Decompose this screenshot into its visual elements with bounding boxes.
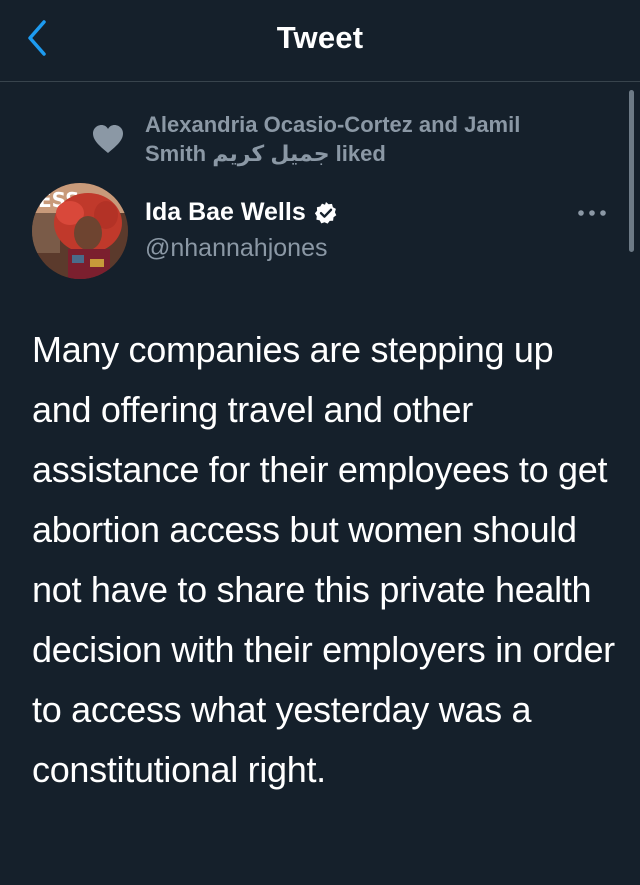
avatar[interactable]: ESS [32, 183, 128, 279]
top-nav-bar: Tweet [0, 0, 640, 82]
page-title: Tweet [276, 20, 364, 55]
more-options-icon [578, 210, 606, 216]
verified-badge-icon [314, 201, 337, 224]
more-options-button[interactable] [575, 200, 609, 226]
tweet-text: Many companies are stepping up and offer… [32, 329, 615, 790]
scrollbar[interactable] [629, 90, 634, 252]
social-context-text: Alexandria Ocasio-Cortez and Jamil Smith… [145, 112, 521, 166]
author-handle[interactable]: @nhannahjones [145, 234, 327, 263]
heart-icon [93, 125, 123, 153]
author-name-text: Ida Bae Wells [145, 198, 306, 226]
author-name[interactable]: Ida Bae Wells [145, 198, 338, 227]
avatar-photo: ESS [32, 183, 128, 279]
